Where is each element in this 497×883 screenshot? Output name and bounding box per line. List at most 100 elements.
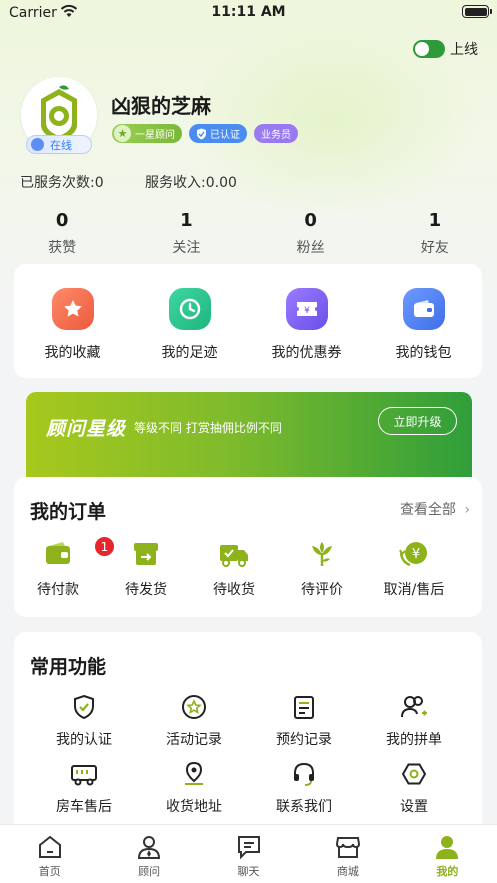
tab-advisor[interactable]: 顾问 [99, 825, 198, 883]
footprints-link[interactable]: 我的足迹 [131, 264, 248, 378]
home-icon [38, 835, 61, 858]
friends-count-value: 1 [428, 210, 442, 231]
order-pending-payment[interactable]: 1 待付款 [14, 536, 115, 599]
rv-aftersales-label: 房车售后 [56, 799, 112, 815]
advisor-icon [138, 836, 161, 859]
wallet-icon [402, 288, 445, 330]
order-pending-receipt[interactable]: 待收货 [190, 539, 278, 599]
orders-card: 我的订单 查看全部 › 1 待付款 待发货 待收货 待评价 ¥ 取消/售后 [14, 477, 482, 617]
clock-time: 11:11 AM [211, 4, 286, 20]
settings-item[interactable]: 设置 [359, 761, 469, 816]
favorites-link[interactable]: 我的收藏 [14, 264, 131, 378]
following-count-label: 关注 [172, 240, 201, 256]
order-refund[interactable]: ¥ 取消/售后 [366, 539, 462, 599]
appointment-records-item[interactable]: 预约记录 [249, 694, 359, 749]
functions-grid: 我的认证 活动记录 预约记录 我的拼单 房车售后 收货地址 联系我们 设置 [14, 694, 482, 816]
svg-text:¥: ¥ [304, 306, 310, 316]
level-tag-text: 一星顾问 [135, 130, 175, 141]
following-count-value: 1 [180, 210, 193, 231]
profile-icon [436, 836, 459, 859]
activity-records-label: 活动记录 [166, 732, 222, 748]
verified-tag-text: 已认证 [210, 130, 240, 141]
upgrade-button[interactable]: 立即升级 [378, 407, 457, 435]
refund-icon: ¥ [399, 542, 427, 567]
tab-profile-label: 我的 [436, 865, 459, 878]
flower-icon [312, 542, 332, 566]
friends-count[interactable]: 1 好友 [373, 210, 497, 257]
order-status-row: 1 待付款 待发货 待收货 待评价 ¥ 取消/售后 [14, 536, 482, 599]
online-status-badge: 在线 [26, 135, 92, 154]
location-icon [185, 761, 203, 785]
order-pending-review-label: 待评价 [301, 582, 343, 598]
group-add-icon [401, 696, 427, 718]
contact-us-label: 联系我们 [276, 799, 332, 815]
tab-chat[interactable]: 聊天 [199, 825, 298, 883]
orders-title: 我的订单 [30, 501, 107, 523]
coupons-link[interactable]: ¥ 我的优惠券 [248, 264, 365, 378]
followers-count-value: 0 [304, 210, 317, 231]
followers-count[interactable]: 0 粉丝 [249, 210, 373, 257]
social-counts: 0 获赞 1 关注 0 粉丝 1 好友 [0, 210, 497, 257]
wallet-label: 我的钱包 [395, 345, 452, 361]
order-refund-label: 取消/售后 [383, 582, 445, 598]
rv-aftersales-item[interactable]: 房车售后 [29, 761, 139, 816]
shield-check-icon [74, 694, 94, 720]
shield-icon [197, 128, 206, 139]
order-pending-payment-label: 待付款 [37, 582, 79, 598]
likes-count[interactable]: 0 获赞 [0, 210, 124, 257]
tab-home-label: 首页 [38, 865, 61, 878]
headset-icon [294, 762, 314, 786]
tab-store[interactable]: 商城 [298, 825, 397, 883]
order-pending-shipment-label: 待发货 [125, 582, 167, 598]
order-pending-review[interactable]: 待评价 [278, 539, 366, 599]
box-icon [134, 543, 158, 565]
store-icon [335, 837, 360, 858]
user-name: 凶狠的芝麻 [111, 94, 211, 118]
clock-icon [168, 288, 211, 330]
tab-home[interactable]: 首页 [0, 825, 99, 883]
common-functions-card: 常用功能 我的认证 活动记录 预约记录 我的拼单 房车售后 收货地址 联系我们 [14, 632, 482, 842]
my-certification-item[interactable]: 我的认证 [29, 694, 139, 749]
favorites-label: 我的收藏 [44, 345, 101, 361]
contact-us-item[interactable]: 联系我们 [249, 761, 359, 816]
truck-icon [220, 545, 248, 567]
functions-title: 常用功能 [30, 656, 107, 678]
status-bar: Carrier 11:11 AM [0, 0, 497, 26]
group-orders-item[interactable]: 我的拼单 [359, 694, 469, 749]
document-icon [294, 696, 314, 719]
likes-count-value: 0 [55, 210, 69, 231]
user-tags: ★ 一星顾问 已认证 业务员 [112, 124, 298, 143]
wallet-link[interactable]: 我的钱包 [365, 264, 482, 378]
settings-icon [401, 763, 427, 785]
tab-advisor-label: 顾问 [138, 865, 161, 878]
footprints-label: 我的足迹 [161, 345, 218, 361]
chevron-right-icon: › [464, 502, 470, 518]
coupon-icon: ¥ [285, 288, 328, 330]
star-icon [51, 288, 94, 330]
chat-icon [237, 836, 260, 860]
my-certification-label: 我的认证 [56, 732, 112, 748]
view-all-orders-link[interactable]: 查看全部 › [400, 499, 470, 519]
likes-count-label: 获赞 [48, 240, 77, 256]
level-tag: ★ 一星顾问 [112, 124, 182, 143]
activity-records-item[interactable]: 活动记录 [139, 694, 249, 749]
tab-profile[interactable]: 我的 [398, 825, 497, 883]
level-banner-title: 顾问星级 [46, 418, 127, 440]
online-switch[interactable] [413, 40, 445, 58]
following-count[interactable]: 1 关注 [124, 210, 248, 257]
svg-text:¥: ¥ [412, 547, 420, 562]
view-all-label: 查看全部 [399, 502, 456, 518]
order-pending-receipt-label: 待收货 [213, 582, 255, 598]
tab-chat-label: 聊天 [237, 865, 260, 878]
advisor-level-banner[interactable]: 顾问星级 等级不同 打赏抽佣比例不同 立即升级 [26, 392, 472, 482]
followers-count-label: 粉丝 [296, 240, 325, 256]
online-status-icon [31, 138, 44, 151]
online-status-text: 在线 [50, 138, 72, 152]
order-pending-shipment[interactable]: 待发货 [102, 539, 190, 599]
star-icon: ★ [114, 125, 131, 142]
tab-store-label: 商城 [336, 865, 359, 878]
shipping-address-item[interactable]: 收货地址 [139, 761, 249, 816]
bottom-tab-bar: 首页 顾问 聊天 商城 我的 [0, 824, 497, 883]
online-toggle[interactable]: 上线 [413, 39, 478, 59]
settings-label: 设置 [400, 799, 428, 815]
